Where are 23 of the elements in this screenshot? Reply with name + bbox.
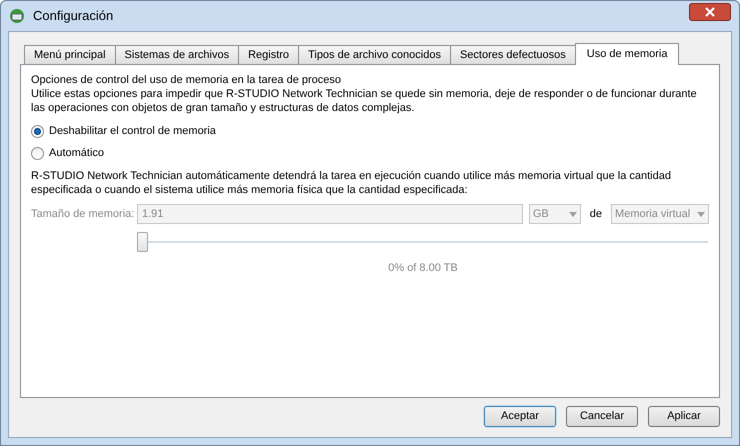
app-icon (9, 8, 25, 24)
slider-reading: 0% of 8.00 TB (388, 261, 458, 276)
dialog-button[interactable]: Aceptar (484, 406, 556, 427)
dialog-button[interactable]: Aplicar (648, 406, 720, 427)
window-title: Configuración (33, 7, 114, 26)
tab[interactable]: Tipos de archivo conocidos (298, 45, 451, 64)
tab[interactable]: Registro (238, 45, 300, 64)
description-text: Utilice estas opciones para impedir que R-STUDIO Network Technician se quede sin memoria, deje de responder o de funcionar durante las operaciones con objetos de gran tamaño y estructuras de datos complejas. (31, 87, 698, 115)
description-text: Opciones de control del uso de memoria en la tarea de proceso (31, 73, 342, 87)
field-label: de (588, 206, 604, 222)
tab[interactable]: Sistemas de archivos (114, 45, 240, 64)
radio-option[interactable]: Deshabilitar el control de memoria (31, 123, 709, 139)
dialog-button[interactable]: Cancelar (566, 406, 638, 427)
caret-icon (697, 212, 705, 216)
close-icon (704, 7, 716, 17)
tab[interactable]: Sectores defectuosos (450, 45, 576, 64)
radio-option[interactable]: Automático (31, 145, 709, 161)
tab[interactable]: Menú principal (24, 45, 116, 64)
tab[interactable]: Uso de memoria (574, 43, 680, 65)
caret-icon (568, 212, 577, 216)
description-text: R-STUDIO Network Technician automáticamente detendrá la tarea en ejecución cuando utilice más memoria virtual que la cantidad especificada o cuando el sistema utilice más memoria física que la cantidad especificada: (31, 169, 672, 197)
close-button[interactable] (689, 3, 731, 21)
field-label: Tamaño de memoria: (31, 206, 131, 222)
